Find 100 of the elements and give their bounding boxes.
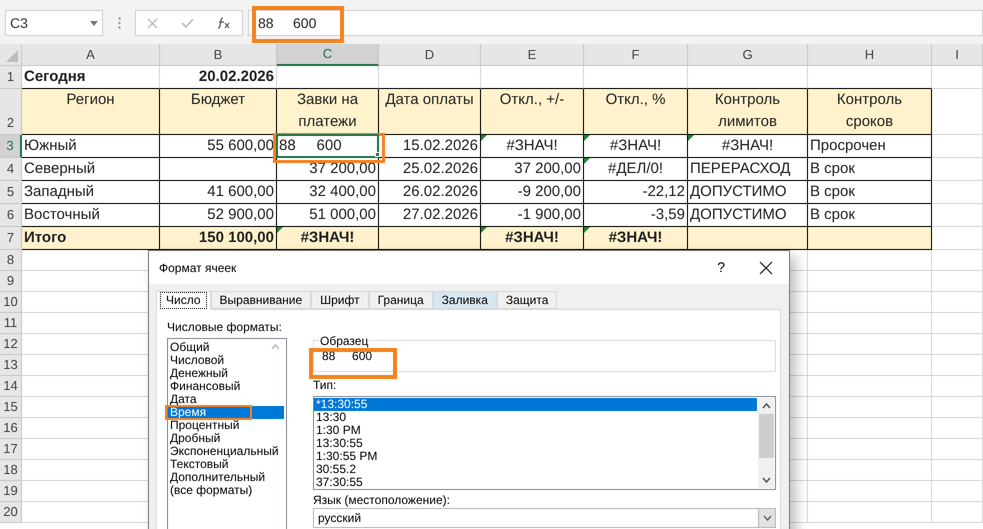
table-cell: 26.02.2026 (379, 181, 481, 204)
table-cell: 150 100,00 (160, 227, 277, 250)
language-dropdown[interactable]: русский (313, 508, 776, 528)
column-header[interactable]: D (379, 44, 481, 66)
check-icon[interactable] (180, 18, 194, 28)
row-header[interactable]: 12 (0, 334, 22, 355)
table-cell: Завки на платежи (277, 89, 379, 135)
tab[interactable]: Граница (368, 291, 433, 309)
list-item[interactable]: Дробный (168, 432, 284, 445)
row-header[interactable]: 10 (0, 292, 22, 313)
table-cell (932, 313, 983, 334)
scroll-up-icon[interactable] (762, 403, 770, 409)
table-cell: Просрочен (808, 135, 932, 158)
table-cell: Восточный (22, 204, 160, 227)
tab[interactable]: Заливка (432, 291, 497, 309)
row-header[interactable]: 6 (0, 204, 22, 227)
table-cell: #ЗНАЧ! (481, 135, 584, 158)
row-header[interactable]: 19 (0, 481, 22, 502)
row-header[interactable]: 3 (0, 135, 22, 158)
row-header[interactable]: 13 (0, 355, 22, 376)
row-header[interactable]: 9 (0, 271, 22, 292)
table-cell: Откл., +/- (481, 89, 584, 135)
list-item[interactable]: 13:30:55 (314, 437, 757, 450)
tab[interactable]: Выравнивание (210, 291, 312, 309)
list-item[interactable]: 13:30 (314, 411, 757, 424)
row-header[interactable]: 16 (0, 418, 22, 439)
table-cell (932, 204, 983, 227)
row-header[interactable]: 18 (0, 460, 22, 481)
drag-handle-icon[interactable] (118, 17, 121, 29)
table-cell (932, 460, 983, 481)
table-cell: -3,59 (584, 204, 688, 227)
row-header[interactable]: 2 (0, 89, 22, 135)
table-cell: В срок (808, 158, 932, 181)
table-cell (932, 355, 983, 376)
row-header[interactable]: 5 (0, 181, 22, 204)
list-item[interactable]: Текстовый (168, 458, 284, 471)
column-header[interactable]: B (160, 44, 277, 66)
list-item[interactable]: (все форматы) (168, 484, 284, 497)
tab[interactable]: Шрифт (311, 291, 369, 309)
row-header[interactable]: 8 (0, 250, 22, 271)
row-header[interactable]: 15 (0, 397, 22, 418)
row-header[interactable]: 7 (0, 227, 22, 250)
list-item[interactable]: Дополнительный (168, 471, 284, 484)
field-label: Язык (местоположение): (313, 493, 451, 507)
fill-handle[interactable] (375, 152, 380, 157)
row-header[interactable]: 20 (0, 502, 22, 523)
table-cell: 32 400,00 (277, 181, 379, 204)
cancel-icon[interactable] (147, 18, 158, 28)
help-button[interactable]: ? (713, 257, 729, 278)
table-cell: В срок (808, 181, 932, 204)
scrollbar[interactable] (758, 398, 774, 488)
column-header[interactable]: A (22, 44, 160, 66)
table-cell: Южный (22, 135, 160, 158)
table-cell: Контроль лимитов (688, 89, 808, 135)
table-cell: -9 200,00 (481, 181, 584, 204)
row-header[interactable]: 4 (0, 158, 22, 181)
column-header[interactable]: I (932, 44, 983, 66)
table-cell (932, 66, 983, 89)
table-cell: #ЗНАЧ! (481, 227, 584, 250)
column-header[interactable]: C (277, 44, 379, 66)
row-header[interactable]: 11 (0, 313, 22, 334)
list-item[interactable]: Числовой (168, 354, 284, 367)
dropdown-caret-icon[interactable] (758, 509, 775, 527)
table-cell (932, 334, 983, 355)
list-item[interactable]: Экспоненциальный (168, 445, 284, 458)
tab[interactable]: Защита (496, 291, 558, 309)
table-cell: В срок (808, 204, 932, 227)
name-box[interactable]: C3 (5, 10, 103, 36)
table-cell: Итого (22, 227, 160, 250)
list-item[interactable]: 1:30 PM (314, 424, 757, 437)
row-header[interactable]: 17 (0, 439, 22, 460)
list-item[interactable]: 37:30:55 (314, 476, 757, 489)
list-item[interactable]: 30:55.2 (314, 463, 757, 476)
list-item[interactable]: Финансовый (168, 380, 284, 393)
scroll-down-icon[interactable] (762, 477, 770, 483)
list-item[interactable]: Денежный (168, 367, 284, 380)
table-cell: 51 000,00 (277, 204, 379, 227)
table-cell (932, 135, 983, 158)
formula-input[interactable]: 88 600 (248, 10, 983, 36)
column-header[interactable]: E (481, 44, 584, 66)
column-header[interactable]: F (584, 44, 688, 66)
scrollbar-thumb[interactable] (758, 414, 774, 458)
table-cell (932, 227, 983, 250)
table-cell: -22,12 (584, 181, 688, 204)
function-icon[interactable] (216, 17, 231, 29)
tab[interactable]: Число (156, 291, 211, 310)
list-item[interactable]: *13:30:55 (314, 398, 757, 411)
table-cell: #ЗНАЧ! (584, 227, 688, 250)
close-icon[interactable] (759, 260, 773, 274)
row-header[interactable]: 1 (0, 66, 22, 89)
table-cell: ДОПУСТИМО (688, 204, 808, 227)
list-item[interactable]: Процентный (168, 419, 284, 432)
list-item[interactable]: Дата (168, 393, 284, 406)
column-header[interactable]: H (808, 44, 932, 66)
row-header[interactable]: 14 (0, 376, 22, 397)
list-item[interactable]: 1:30:55 PM (314, 450, 757, 463)
column-header[interactable]: G (688, 44, 808, 66)
list-item[interactable]: Время (168, 406, 284, 419)
list-item[interactable]: Общий (168, 341, 284, 354)
table-cell: Регион (22, 89, 160, 135)
